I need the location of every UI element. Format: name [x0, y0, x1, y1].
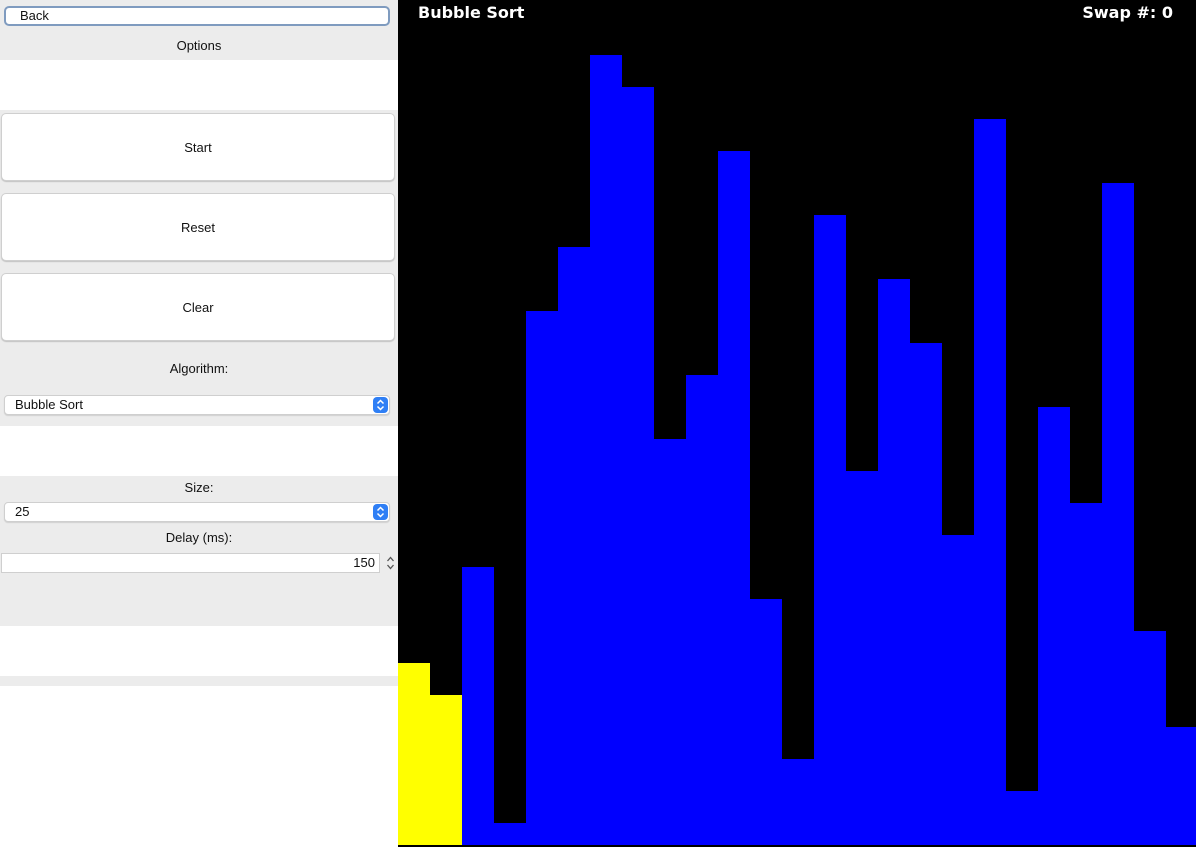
bar-17 — [942, 535, 974, 845]
bar-23 — [1134, 631, 1166, 845]
size-select[interactable]: 25 — [4, 502, 390, 522]
bar-24 — [1166, 727, 1196, 845]
bar-20 — [1038, 407, 1070, 845]
bar-4 — [526, 311, 558, 845]
bar-11 — [750, 599, 782, 845]
stepper-arrows-icon — [386, 556, 394, 570]
bar-0 — [398, 663, 430, 845]
delay-stepper[interactable] — [383, 553, 397, 573]
spacer-panel — [0, 626, 398, 676]
bar-6 — [590, 55, 622, 845]
start-button[interactable]: Start — [1, 113, 395, 181]
bar-13 — [814, 215, 846, 845]
bar-9 — [686, 375, 718, 845]
bar-3 — [494, 823, 526, 845]
spacer-panel — [0, 426, 398, 476]
delay-label: Delay (ms): — [165, 530, 233, 545]
bar-22 — [1102, 183, 1134, 845]
bar-14 — [846, 471, 878, 845]
options-heading: Options — [176, 38, 222, 53]
algorithm-select[interactable]: Bubble Sort — [4, 395, 390, 415]
size-label: Size: — [184, 480, 214, 495]
bar-2 — [462, 567, 494, 845]
size-select-value: 25 — [15, 504, 30, 519]
spacer-panel — [0, 60, 398, 110]
sort-visualization-canvas: Bubble Sort Swap #: 0 — [398, 0, 1196, 847]
options-sidebar: Back Options Start Reset Clear Algorithm… — [0, 0, 398, 847]
bar-19 — [1006, 791, 1038, 845]
swap-counter: Swap #: 0 — [1082, 3, 1173, 22]
bar-12 — [782, 759, 814, 845]
delay-input[interactable]: 150 — [1, 553, 380, 573]
bar-21 — [1070, 503, 1102, 845]
bar-chart — [398, 55, 1196, 845]
empty-panel — [0, 686, 398, 847]
bar-10 — [718, 151, 750, 845]
reset-button[interactable]: Reset — [1, 193, 395, 261]
bar-1 — [430, 695, 462, 845]
bar-8 — [654, 439, 686, 845]
back-button[interactable]: Back — [4, 6, 390, 26]
updown-chevron-icon — [373, 504, 388, 520]
clear-button[interactable]: Clear — [1, 273, 395, 341]
algorithm-label: Algorithm: — [169, 361, 229, 376]
bar-18 — [974, 119, 1006, 845]
bar-15 — [878, 279, 910, 845]
bar-5 — [558, 247, 590, 845]
updown-chevron-icon — [373, 397, 388, 413]
bar-7 — [622, 87, 654, 845]
algorithm-title: Bubble Sort — [418, 3, 525, 22]
bar-16 — [910, 343, 942, 845]
algorithm-select-value: Bubble Sort — [15, 397, 83, 412]
